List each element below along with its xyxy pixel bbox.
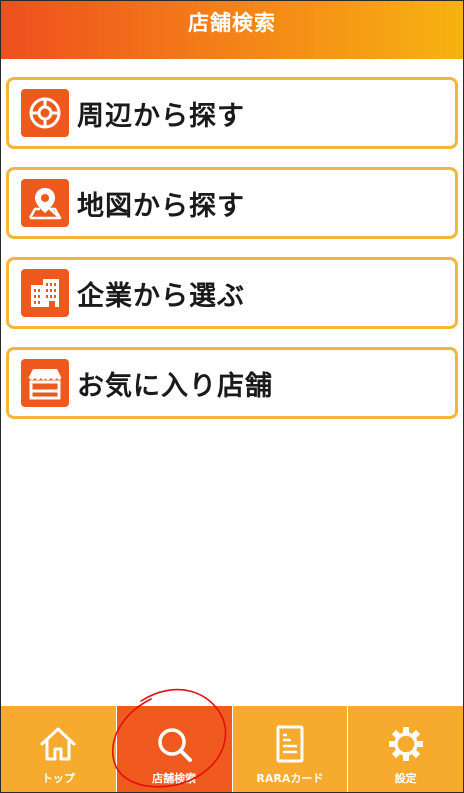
page-title: 店舗検索	[188, 11, 276, 35]
map-pin-icon	[21, 179, 69, 227]
menu-item-label: 地図から探す	[77, 190, 245, 222]
menu-item-label: 周辺から探す	[77, 100, 245, 132]
menu-item-company[interactable]: 企業から選ぶ	[6, 257, 458, 329]
app-header: 店舗検索	[1, 1, 463, 59]
search-menu: 周辺から探す 地図から探す 企業から選ぶ お気に入り店舗	[6, 77, 458, 437]
building-icon	[21, 269, 69, 317]
tab-label: トップ	[41, 772, 75, 785]
tab-label: RARAカード	[256, 772, 324, 785]
tab-top[interactable]: トップ	[1, 706, 117, 792]
location-target-icon	[21, 89, 69, 137]
tab-store-search[interactable]: 店舗検索	[116, 706, 233, 792]
search-icon	[152, 722, 196, 766]
menu-item-label: お気に入り店舗	[77, 370, 273, 402]
gear-icon	[384, 722, 428, 766]
home-icon	[36, 722, 80, 766]
card-document-icon	[268, 722, 312, 766]
menu-item-nearby[interactable]: 周辺から探す	[6, 77, 458, 149]
bottom-tab-bar: トップ 店舗検索 RARAカード 設定	[1, 706, 463, 792]
app-frame: 店舗検索 周辺から探す 地図から探す 企業から選ぶ お気に入り店舗 トップ 店舗…	[0, 0, 464, 793]
storefront-icon	[21, 359, 69, 407]
menu-item-map[interactable]: 地図から探す	[6, 167, 458, 239]
menu-item-favorites[interactable]: お気に入り店舗	[6, 347, 458, 419]
tab-settings[interactable]: 設定	[348, 706, 463, 792]
menu-item-label: 企業から選ぶ	[77, 280, 245, 312]
tab-label: 店舗検索	[152, 772, 197, 785]
tab-label: 設定	[394, 772, 417, 785]
tab-rara-card[interactable]: RARAカード	[233, 706, 349, 792]
